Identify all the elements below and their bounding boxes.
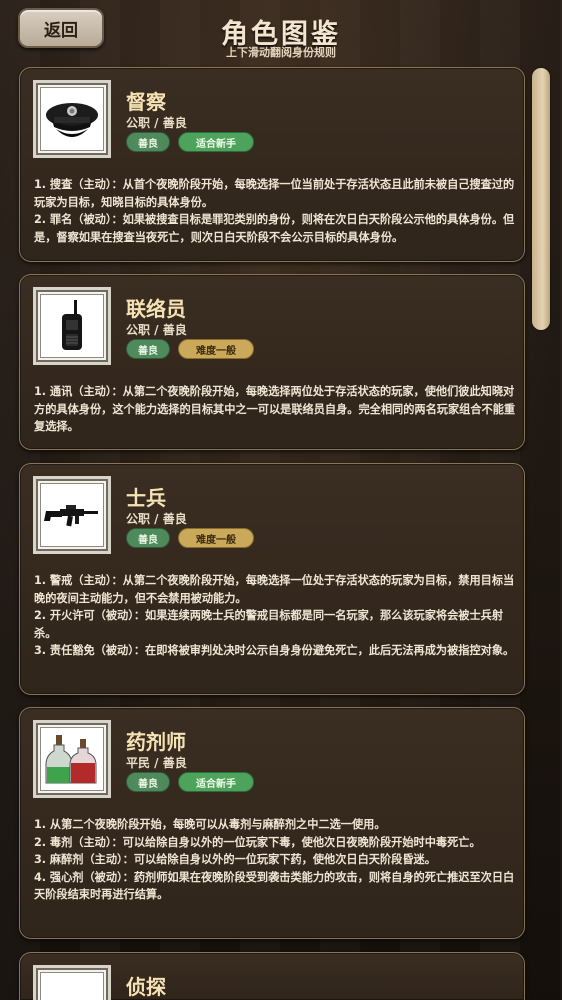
- tag-difficulty: 难度一般: [178, 339, 254, 359]
- role-card-soldier[interactable]: 士兵 公职 / 善良 善良 难度一般 1. 警戒（主动）：从第二个夜晚阶段开始，…: [19, 463, 525, 695]
- rule-line: 4. 强心剂（被动）：药剂师如果在夜晚阶段受到袭击类能力的攻击，则将自身的死亡推…: [34, 870, 515, 902]
- role-list[interactable]: 督察 公职 / 善良 善良 适合新手 1. 搜查（主动）：从首个夜晚阶段开始，每…: [0, 0, 562, 1000]
- role-name: 药剂师: [126, 730, 186, 754]
- rule-line: 1. 从第二个夜晚阶段开始，每晚可以从毒剂与麻醉剂之中二选一使用。: [34, 818, 386, 831]
- role-name: 士兵: [126, 486, 166, 510]
- role-portrait: [33, 80, 111, 158]
- tag-alignment: 善良: [126, 132, 170, 152]
- role-description: 1. 通讯（主动）：从第二个夜晚阶段开始，每晚选择两位处于存活状态的玩家，使他们…: [34, 383, 516, 436]
- role-description: 1. 从第二个夜晚阶段开始，每晚可以从毒剂与麻醉剂之中二选一使用。 2. 毒剂（…: [34, 816, 516, 904]
- tag-difficulty: 适合新手: [178, 132, 254, 152]
- rule-line: 3. 责任豁免（被动）：在即将被审判处决时公示自身身份避免死亡，此后无法再成为被…: [34, 644, 515, 657]
- rule-line: 3. 麻醉剂（主动）：可以给除自身以外的一位玩家下药，使他次日白天阶段昏迷。: [34, 853, 436, 866]
- role-portrait: [33, 965, 111, 1000]
- role-description: 1. 警戒（主动）：从第二个夜晚阶段开始，每晚选择一位处于存活状态的玩家为目标，…: [34, 572, 516, 660]
- role-name: 督察: [126, 90, 166, 114]
- role-portrait: [33, 287, 111, 365]
- role-description: 1. 搜查（主动）：从首个夜晚阶段开始，每晚选择一位当前处于存活状态且此前未被自…: [34, 176, 516, 246]
- role-portrait: [33, 476, 111, 554]
- rifle-icon: [44, 505, 98, 527]
- potion-bottles-icon: [45, 735, 97, 784]
- role-card-inspector[interactable]: 督察 公职 / 善良 善良 适合新手 1. 搜查（主动）：从首个夜晚阶段开始，每…: [19, 67, 525, 262]
- police-cap-icon: [46, 103, 98, 137]
- tag-alignment: 善良: [126, 339, 170, 359]
- role-meta: 公职 / 善良: [126, 512, 187, 526]
- role-meta: 公职 / 善良: [126, 116, 187, 130]
- walkie-talkie-icon: [62, 300, 82, 350]
- role-meta: 平民 / 善良: [126, 756, 187, 770]
- role-card-liaison[interactable]: 联络员 公职 / 善良 善良 难度一般 1. 通讯（主动）：从第二个夜晚阶段开始…: [19, 274, 525, 450]
- rule-line: 2. 毒剂（主动）：可以给除自身以外的一位玩家下毒，使他次日夜晚阶段开始时中毒死…: [34, 835, 481, 849]
- rule-line: 2. 开火许可（被动）：如果连续两晚士兵的警戒目标都是同一名玩家，那么该玩家将会…: [34, 609, 504, 640]
- rule-line: 1. 搜查（主动）：从首个夜晚阶段开始，每晚选择一位当前处于存活状态且此前未被自…: [34, 178, 515, 209]
- tag-alignment: 善良: [126, 528, 170, 548]
- rule-line: 1. 警戒（主动）：从第二个夜晚阶段开始，每晚选择一位处于存活状态的玩家为目标，…: [34, 574, 515, 605]
- scrollbar-thumb[interactable]: [532, 68, 550, 330]
- role-portrait: [33, 720, 111, 798]
- role-meta: 公职 / 善良: [126, 323, 187, 337]
- role-card-detective[interactable]: 侦探: [19, 952, 525, 1000]
- tag-difficulty: 适合新手: [178, 772, 254, 792]
- role-card-pharmacist[interactable]: 药剂师 平民 / 善良 善良 适合新手 1. 从第二个夜晚阶段开始，每晚可以从毒…: [19, 707, 525, 939]
- tag-difficulty: 难度一般: [178, 528, 254, 548]
- rule-line: 2. 罪名（被动）：如果被搜查目标是罪犯类别的身份，则将在次日白天阶段公示他的具…: [34, 213, 515, 244]
- tag-alignment: 善良: [126, 772, 170, 792]
- role-name: 联络员: [126, 297, 186, 321]
- rule-line: 1. 通讯（主动）：从第二个夜晚阶段开始，每晚选择两位处于存活状态的玩家，使他们…: [34, 385, 516, 433]
- role-name: 侦探: [126, 975, 166, 999]
